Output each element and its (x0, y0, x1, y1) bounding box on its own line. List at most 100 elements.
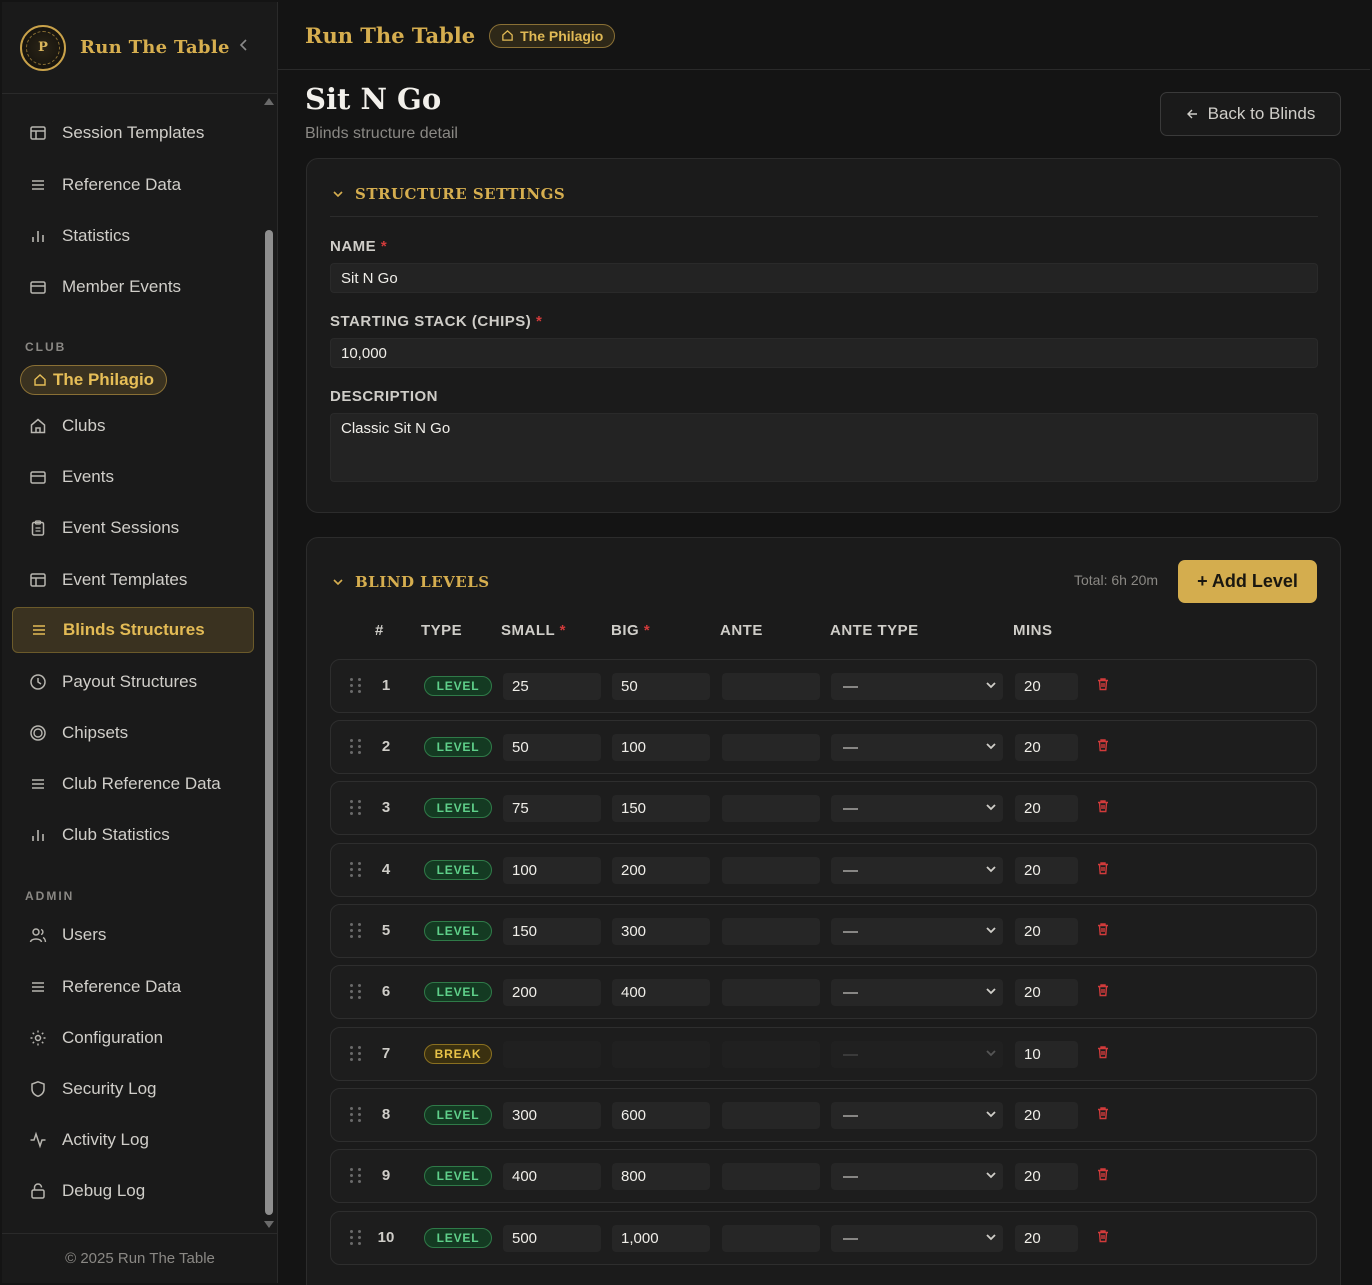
big-blind-input[interactable]: 400 (612, 979, 710, 1006)
sidebar-item-events[interactable]: Events (12, 454, 254, 500)
minutes-input[interactable]: 20 (1015, 979, 1078, 1006)
sidebar-item-users[interactable]: Users (12, 912, 254, 958)
drag-handle-icon[interactable] (350, 1046, 362, 1062)
ante-type-select[interactable]: — (831, 734, 1003, 761)
drag-handle-icon[interactable] (350, 800, 362, 816)
minutes-input[interactable]: 20 (1015, 795, 1078, 822)
sidebar-item-clubs[interactable]: Clubs (12, 403, 254, 449)
chevron-down-icon (985, 985, 997, 1000)
bar-chart-icon (28, 226, 48, 246)
small-blind-input[interactable]: 50 (503, 734, 601, 761)
sidebar-item-debug-log[interactable]: Debug Log (12, 1168, 254, 1214)
small-blind-input[interactable]: 100 (503, 857, 601, 884)
blind-levels-toggle[interactable]: BLIND LEVELS (333, 573, 490, 591)
small-blind-input[interactable]: 500 (503, 1225, 601, 1252)
drag-handle-icon[interactable] (350, 1230, 362, 1246)
starting-stack-input[interactable]: 10,000 (330, 338, 1318, 368)
drag-handle-icon[interactable] (350, 923, 362, 939)
ante-type-select[interactable]: — (831, 673, 1003, 700)
sidebar-item-session-templates[interactable]: Session Templates (12, 110, 254, 156)
big-blind-input[interactable]: 50 (612, 673, 710, 700)
structure-settings-toggle[interactable]: STRUCTURE SETTINGS (333, 185, 565, 203)
ante-type-select[interactable]: — (831, 918, 1003, 945)
name-input[interactable]: Sit N Go (330, 263, 1318, 293)
delete-level-button[interactable] (1095, 921, 1113, 939)
delete-level-button[interactable] (1095, 798, 1113, 816)
delete-level-button[interactable] (1095, 1105, 1113, 1123)
drag-handle-icon[interactable] (350, 1168, 362, 1184)
club-selector-pill[interactable]: The Philagio (20, 365, 168, 395)
minutes-input[interactable]: 20 (1015, 1102, 1078, 1129)
delete-level-button[interactable] (1095, 982, 1113, 1000)
ante-type-select[interactable]: — (831, 1102, 1003, 1129)
ante-input[interactable] (722, 1102, 820, 1129)
minutes-input[interactable]: 20 (1015, 857, 1078, 884)
drag-handle-icon[interactable] (350, 739, 362, 755)
sidebar-item-member-events[interactable]: Member Events (12, 264, 254, 310)
ante-type-select[interactable]: — (831, 857, 1003, 884)
big-blind-input[interactable]: 150 (612, 795, 710, 822)
scroll-up-arrow[interactable] (264, 98, 274, 105)
scroll-down-arrow[interactable] (264, 1221, 274, 1228)
minutes-input[interactable]: 20 (1015, 918, 1078, 945)
sidebar-item-payout-structures[interactable]: Payout Structures (12, 659, 254, 705)
drag-handle-icon[interactable] (350, 1107, 362, 1123)
sidebar-item-configuration[interactable]: Configuration (12, 1015, 254, 1061)
small-blind-input[interactable]: 75 (503, 795, 601, 822)
delete-level-button[interactable] (1095, 1228, 1113, 1246)
minutes-input[interactable]: 20 (1015, 1163, 1078, 1190)
big-blind-input[interactable]: 300 (612, 918, 710, 945)
big-blind-input[interactable]: 600 (612, 1102, 710, 1129)
big-blind-input[interactable]: 1,000 (612, 1225, 710, 1252)
sidebar-item-reference-data[interactable]: Reference Data (12, 162, 254, 208)
collapse-sidebar-button[interactable] (239, 38, 249, 57)
description-textarea[interactable]: Classic Sit N Go (330, 413, 1318, 482)
ante-input[interactable] (722, 795, 820, 822)
ante-type-select[interactable]: — (831, 979, 1003, 1006)
big-blind-input[interactable]: 200 (612, 857, 710, 884)
delete-level-button[interactable] (1095, 737, 1113, 755)
delete-level-button[interactable] (1095, 1166, 1113, 1184)
delete-level-button[interactable] (1095, 1044, 1113, 1062)
big-blind-input[interactable]: 800 (612, 1163, 710, 1190)
active-club-pill[interactable]: The Philagio (489, 23, 616, 48)
ante-type-select[interactable]: — (831, 795, 1003, 822)
small-blind-input[interactable]: 200 (503, 979, 601, 1006)
small-blind-input[interactable]: 300 (503, 1102, 601, 1129)
minutes-input[interactable]: 20 (1015, 734, 1078, 761)
sidebar-item-blinds-structures[interactable]: Blinds Structures (12, 607, 254, 653)
add-level-button[interactable]: + Add Level (1178, 560, 1317, 603)
delete-level-button[interactable] (1095, 860, 1113, 878)
ante-type-select[interactable]: — (831, 1225, 1003, 1252)
ante-input[interactable] (722, 857, 820, 884)
minutes-input[interactable]: 20 (1015, 1225, 1078, 1252)
big-blind-input[interactable]: 100 (612, 734, 710, 761)
sidebar-item-reference-data[interactable]: Reference Data (12, 964, 254, 1010)
ante-input[interactable] (722, 1225, 820, 1252)
sidebar-item-chipsets[interactable]: Chipsets (12, 710, 254, 756)
back-to-blinds-button[interactable]: Back to Blinds (1160, 92, 1341, 136)
drag-handle-icon[interactable] (350, 984, 362, 1000)
sidebar-item-club-reference-data[interactable]: Club Reference Data (12, 761, 254, 807)
drag-handle-icon[interactable] (350, 862, 362, 878)
ante-input[interactable] (722, 918, 820, 945)
ante-type-select[interactable]: — (831, 1163, 1003, 1190)
small-blind-input[interactable]: 150 (503, 918, 601, 945)
drag-handle-icon[interactable] (350, 678, 362, 694)
ante-input[interactable] (722, 673, 820, 700)
ante-input[interactable] (722, 979, 820, 1006)
sidebar-item-security-log[interactable]: Security Log (12, 1066, 254, 1112)
minutes-input[interactable]: 20 (1015, 673, 1078, 700)
minutes-input[interactable]: 10 (1015, 1041, 1078, 1068)
small-blind-input[interactable]: 25 (503, 673, 601, 700)
sidebar-item-activity-log[interactable]: Activity Log (12, 1117, 254, 1163)
sidebar-item-club-statistics[interactable]: Club Statistics (12, 812, 254, 858)
sidebar-scrollbar[interactable] (265, 230, 273, 1215)
sidebar-item-event-templates[interactable]: Event Templates (12, 557, 254, 603)
delete-level-button[interactable] (1095, 676, 1113, 694)
ante-input[interactable] (722, 734, 820, 761)
sidebar-item-statistics[interactable]: Statistics (12, 213, 254, 259)
ante-input[interactable] (722, 1163, 820, 1190)
sidebar-item-event-sessions[interactable]: Event Sessions (12, 505, 254, 551)
small-blind-input[interactable]: 400 (503, 1163, 601, 1190)
